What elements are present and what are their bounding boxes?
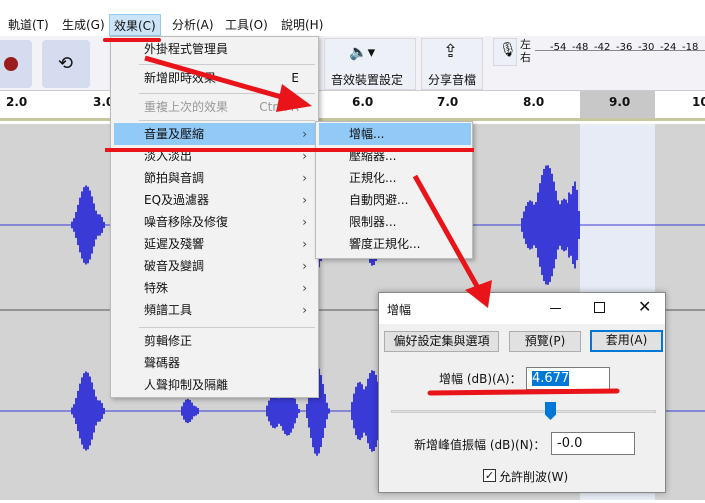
arrow-head [276, 84, 312, 112]
annotation-arrow [144, 55, 293, 103]
annotation-arrow [412, 174, 481, 290]
annotation-arrows [105, 55, 620, 396]
annotation-underline [427, 388, 620, 396]
